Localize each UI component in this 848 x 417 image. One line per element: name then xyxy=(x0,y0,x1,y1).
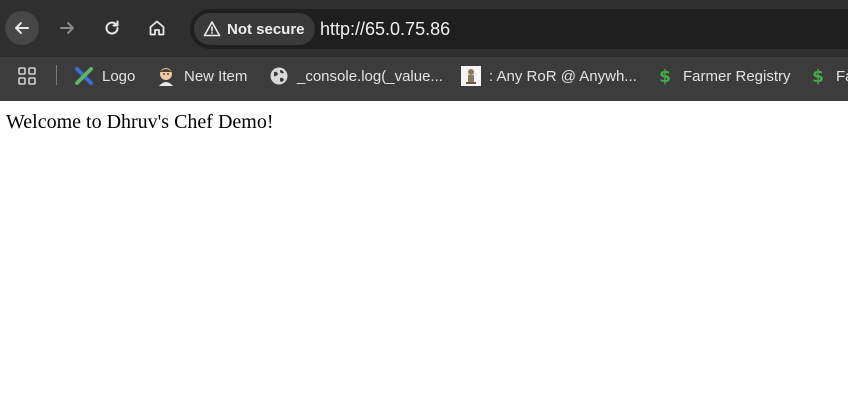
bookmark-label: Logo xyxy=(102,67,136,85)
bookmarks-bar: Logo New Item _console.log(_value...: A… xyxy=(0,57,848,101)
bookmark-console-log[interactable]: _console.log(_value... xyxy=(269,62,443,90)
svg-text:$: $ xyxy=(812,67,824,86)
emblem-favicon-icon xyxy=(461,66,481,86)
security-chip[interactable]: Not secure xyxy=(194,13,315,45)
page-content: Welcome to Dhruv's Chef Demo! xyxy=(0,101,848,417)
bookmark-farmer-registry[interactable]: $ Farmer Registry xyxy=(655,62,791,90)
bookmark-label: Fa xyxy=(836,67,848,85)
bookmark-farmer-registry-2[interactable]: $ Fa xyxy=(808,62,848,90)
forward-button[interactable] xyxy=(50,11,84,45)
bookmark-logo[interactable]: Logo xyxy=(74,62,135,90)
bookmark-label: _console.log(_value... xyxy=(297,67,443,85)
warning-icon xyxy=(203,21,221,37)
home-button[interactable] xyxy=(140,11,174,45)
apps-grid-icon[interactable] xyxy=(17,66,37,86)
bookmarks-separator xyxy=(56,65,57,85)
address-bar[interactable]: Not secure http://65.0.75.86 xyxy=(190,9,848,49)
globe-favicon-icon xyxy=(269,66,289,86)
arrow-left-icon xyxy=(15,22,29,34)
reload-icon xyxy=(105,20,119,35)
bookmark-new-item[interactable]: New Item xyxy=(156,62,247,90)
arrow-right-icon xyxy=(60,22,74,34)
svg-text:$: $ xyxy=(659,67,671,86)
browser-toolbar: Not secure http://65.0.75.86 xyxy=(0,0,848,57)
bookmark-label: : Any RoR @ Anywh... xyxy=(489,67,637,85)
reload-button[interactable] xyxy=(95,11,129,45)
welcome-message: Welcome to Dhruv's Chef Demo! xyxy=(6,111,274,133)
dollar-favicon-icon: $ xyxy=(655,66,675,86)
back-button[interactable] xyxy=(5,11,39,45)
logo-favicon-icon xyxy=(74,66,94,86)
url-text[interactable]: http://65.0.75.86 xyxy=(320,19,450,40)
security-label: Not secure xyxy=(227,20,305,38)
bookmark-any-ror[interactable]: : Any RoR @ Anywh... xyxy=(461,62,637,90)
home-icon xyxy=(149,20,165,36)
bookmark-label: New Item xyxy=(184,67,248,85)
avatar-favicon-icon xyxy=(156,66,176,86)
bookmark-label: Farmer Registry xyxy=(683,67,791,85)
dollar-favicon-icon: $ xyxy=(808,66,828,86)
browser-chrome: Not secure http://65.0.75.86 Logo New It… xyxy=(0,0,848,101)
